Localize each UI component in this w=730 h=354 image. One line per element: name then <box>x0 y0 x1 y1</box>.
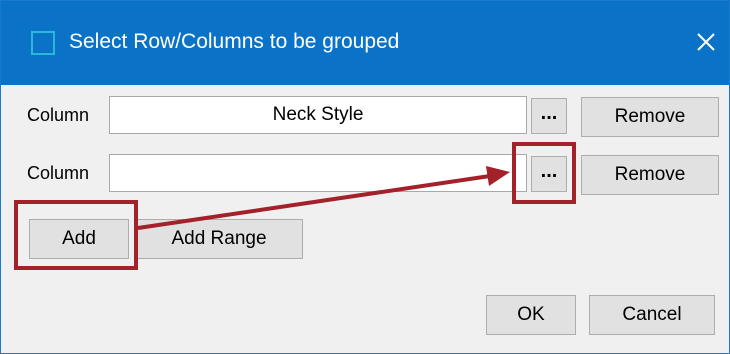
cancel-button[interactable]: Cancel <box>589 295 715 335</box>
browse-button-2[interactable]: ... <box>531 156 567 192</box>
browse-button-1[interactable]: ... <box>531 98 567 134</box>
window-icon <box>31 31 55 55</box>
close-button[interactable] <box>689 25 723 59</box>
add-range-button[interactable]: Add Range <box>135 219 303 259</box>
column-field-1[interactable]: Neck Style <box>109 96 527 134</box>
dialog-window: Select Row/Columns to be grouped Column … <box>0 0 730 354</box>
column-label-2: Column <box>27 163 90 183</box>
ok-button[interactable]: OK <box>486 295 576 335</box>
dialog-title: Select Row/Columns to be grouped <box>69 30 400 53</box>
column-field-2[interactable] <box>109 154 527 192</box>
column-label-1: Column <box>27 105 90 125</box>
close-icon <box>697 33 715 51</box>
remove-button-2[interactable]: Remove <box>581 155 719 195</box>
title-bar: Select Row/Columns to be grouped <box>1 1 729 85</box>
remove-button-1[interactable]: Remove <box>581 97 719 137</box>
add-button[interactable]: Add <box>29 219 129 259</box>
